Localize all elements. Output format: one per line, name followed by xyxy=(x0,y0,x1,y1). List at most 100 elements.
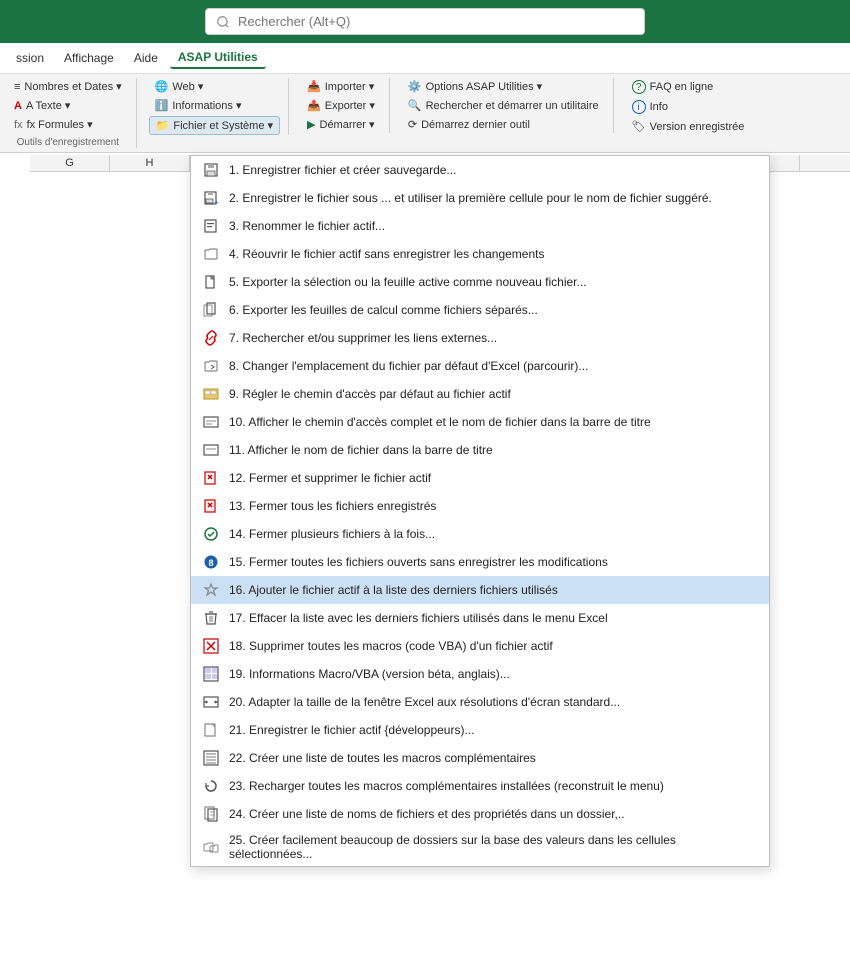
ribbon-btn-nombres-dates[interactable]: ≡ Nombres et Dates ▾ xyxy=(8,78,128,95)
search-start-icon: 🔍 xyxy=(408,99,422,112)
delete-file-icon xyxy=(201,469,221,487)
menu-option-21[interactable]: 21. Enregistrer le fichier actif {dévelo… xyxy=(191,716,769,744)
ribbon-btn-rechercher-demarrer[interactable]: 🔍 Rechercher et démarrer un utilitaire xyxy=(402,97,605,114)
menu-option-label-18: 18. Supprimer toutes les macros (code VB… xyxy=(229,639,759,653)
menu-option-22[interactable]: 22. Créer une liste de toutes les macros… xyxy=(191,744,769,772)
menu-option-19[interactable]: 19. Informations Macro/VBA (version béta… xyxy=(191,660,769,688)
numbers-icon: ≡ xyxy=(14,81,20,93)
text-icon: A xyxy=(14,100,22,112)
info-circle-icon: ℹ️ xyxy=(155,99,169,112)
ribbon-btn-texte[interactable]: A A Texte ▾ xyxy=(8,97,128,114)
menu-option-11[interactable]: 11. Afficher le nom de fichier dans la b… xyxy=(191,436,769,464)
info-icon: i xyxy=(632,100,646,114)
menu-option-label-10: 10. Afficher le chemin d'accès complet e… xyxy=(229,415,759,429)
menu-option-label-5: 5. Exporter la sélection ou la feuille a… xyxy=(229,275,759,289)
svg-text:+: + xyxy=(214,198,219,206)
menu-option-8[interactable]: 8. Changer l'emplacement du fichier par … xyxy=(191,352,769,380)
ribbon-btn-importer[interactable]: 📥 Importer ▾ xyxy=(301,78,381,95)
menu-option-label-23: 23. Recharger toutes les macros compléme… xyxy=(229,779,759,793)
window-resize-icon xyxy=(201,693,221,711)
menu-item-affichage[interactable]: Affichage xyxy=(56,48,122,68)
display-path-icon xyxy=(201,413,221,431)
ribbon-btn-fichier-systeme[interactable]: 📁 Fichier et Système ▾ xyxy=(149,116,280,135)
folder-icon xyxy=(201,245,221,263)
reload-addins-icon xyxy=(201,777,221,795)
create-folders-icon xyxy=(201,838,221,856)
menu-option-label-17: 17. Effacer la liste avec les derniers f… xyxy=(229,611,759,625)
menu-item-aide[interactable]: Aide xyxy=(126,48,166,68)
menu-option-label-24: 24. Créer une liste de noms de fichiers … xyxy=(229,807,759,821)
menu-option-label-13: 13. Fermer tous les fichiers enregistrés xyxy=(229,499,759,513)
link-icon xyxy=(201,329,221,347)
ribbon-btn-demarrer[interactable]: ▶ Démarrer ▾ xyxy=(301,116,381,133)
path-icon xyxy=(201,385,221,403)
delete-macro-icon xyxy=(201,637,221,655)
clear-recent-icon xyxy=(201,609,221,627)
ribbon-btn-demarrez-dernier[interactable]: ⟳ Démarrez dernier outil xyxy=(402,116,605,133)
menu-option-25[interactable]: 25. Créer facilement beaucoup de dossier… xyxy=(191,828,769,866)
menu-option-6[interactable]: 6. Exporter les feuilles de calcul comme… xyxy=(191,296,769,324)
menu-option-10[interactable]: 10. Afficher le chemin d'accès complet e… xyxy=(191,408,769,436)
search-input[interactable] xyxy=(205,8,645,35)
save-as-icon: + xyxy=(201,189,221,207)
export-file-icon xyxy=(201,273,221,291)
menu-option-label-16: 16. Ajouter le fichier actif à la liste … xyxy=(229,583,759,597)
display-name-icon xyxy=(201,441,221,459)
menu-option-15[interactable]: 815. Fermer toutes les fichiers ouverts … xyxy=(191,548,769,576)
menu-option-label-11: 11. Afficher le nom de fichier dans la b… xyxy=(229,443,759,457)
menu-option-4[interactable]: 4. Réouvrir le fichier actif sans enregi… xyxy=(191,240,769,268)
menu-option-12[interactable]: 12. Fermer et supprimer le fichier actif xyxy=(191,464,769,492)
menu-option-18[interactable]: 18. Supprimer toutes les macros (code VB… xyxy=(191,632,769,660)
close-all-saved-icon xyxy=(201,497,221,515)
menu-option-1[interactable]: 1. Enregistrer fichier et créer sauvegar… xyxy=(191,156,769,184)
ribbon-btn-version[interactable]: 🏷 Version enregistrée xyxy=(626,118,751,135)
menu-option-5[interactable]: 5. Exporter la sélection ou la feuille a… xyxy=(191,268,769,296)
ribbon-btn-informations[interactable]: ℹ️ Informations ▾ xyxy=(149,97,280,114)
menu-option-label-3: 3. Renommer le fichier actif... xyxy=(229,219,759,233)
menu-option-label-21: 21. Enregistrer le fichier actif {dévelo… xyxy=(229,723,759,737)
menu-option-14[interactable]: 14. Fermer plusieurs fichiers à la fois.… xyxy=(191,520,769,548)
ribbon-btn-faq[interactable]: ? FAQ en ligne xyxy=(626,78,751,96)
save-icon xyxy=(201,161,221,179)
menu-option-17[interactable]: 17. Effacer la liste avec les derniers f… xyxy=(191,604,769,632)
list-addins-icon xyxy=(201,749,221,767)
menu-option-label-15: 15. Fermer toutes les fichiers ouverts s… xyxy=(229,555,759,569)
menu-option-13[interactable]: 13. Fermer tous les fichiers enregistrés xyxy=(191,492,769,520)
menu-option-label-1: 1. Enregistrer fichier et créer sauvegar… xyxy=(229,163,759,177)
add-recent-icon xyxy=(201,581,221,599)
menu-option-20[interactable]: 20. Adapter la taille de la fenêtre Exce… xyxy=(191,688,769,716)
menu-option-16[interactable]: 16. Ajouter le fichier actif à la liste … xyxy=(191,576,769,604)
menu-option-label-7: 7. Rechercher et/ou supprimer les liens … xyxy=(229,331,759,345)
search-bar xyxy=(0,0,850,43)
ribbon-btn-web[interactable]: 🌐 Web ▾ xyxy=(149,78,280,95)
question-icon: ? xyxy=(632,80,646,94)
ribbon-btn-formules[interactable]: fx fx Formules ▾ xyxy=(8,116,128,133)
version-icon: 🏷 xyxy=(632,120,646,133)
menu-option-label-25: 25. Créer facilement beaucoup de dossier… xyxy=(229,833,759,861)
menu-option-label-12: 12. Fermer et supprimer le fichier actif xyxy=(229,471,759,485)
menu-item-sion[interactable]: ssion xyxy=(8,48,52,68)
menu-option-label-8: 8. Changer l'emplacement du fichier par … xyxy=(229,359,759,373)
save-dev-icon xyxy=(201,721,221,739)
export-icon: 📤 xyxy=(307,99,321,112)
menu-option-label-22: 22. Créer une liste de toutes les macros… xyxy=(229,751,759,765)
menu-option-7[interactable]: 7. Rechercher et/ou supprimer les liens … xyxy=(191,324,769,352)
folder-change-icon xyxy=(201,357,221,375)
ribbon-btn-info[interactable]: i Info xyxy=(626,98,751,116)
dropdown-fichier-systeme: 1. Enregistrer fichier et créer sauvegar… xyxy=(190,155,770,867)
rename-icon xyxy=(201,217,221,235)
menu-option-2[interactable]: +2. Enregistrer le fichier sous ... et u… xyxy=(191,184,769,212)
menu-item-asap[interactable]: ASAP Utilities xyxy=(170,47,266,69)
menu-option-label-20: 20. Adapter la taille de la fenêtre Exce… xyxy=(229,695,759,709)
ribbon-btn-options[interactable]: ⚙️ Options ASAP Utilities ▾ xyxy=(402,78,605,95)
menu-option-label-19: 19. Informations Macro/VBA (version béta… xyxy=(229,667,759,681)
ribbon-btn-exporter[interactable]: 📤 Exporter ▾ xyxy=(301,97,381,114)
menu-option-label-9: 9. Régler le chemin d'accès par défaut a… xyxy=(229,387,759,401)
menu-option-3[interactable]: 3. Renommer le fichier actif... xyxy=(191,212,769,240)
menu-option-24[interactable]: 24. Créer une liste de noms de fichiers … xyxy=(191,800,769,828)
menu-option-9[interactable]: 9. Régler le chemin d'accès par défaut a… xyxy=(191,380,769,408)
formula-icon: fx xyxy=(14,119,23,131)
list-files-icon xyxy=(201,805,221,823)
menu-option-23[interactable]: 23. Recharger toutes les macros compléme… xyxy=(191,772,769,800)
col-header-h: H xyxy=(110,155,190,171)
